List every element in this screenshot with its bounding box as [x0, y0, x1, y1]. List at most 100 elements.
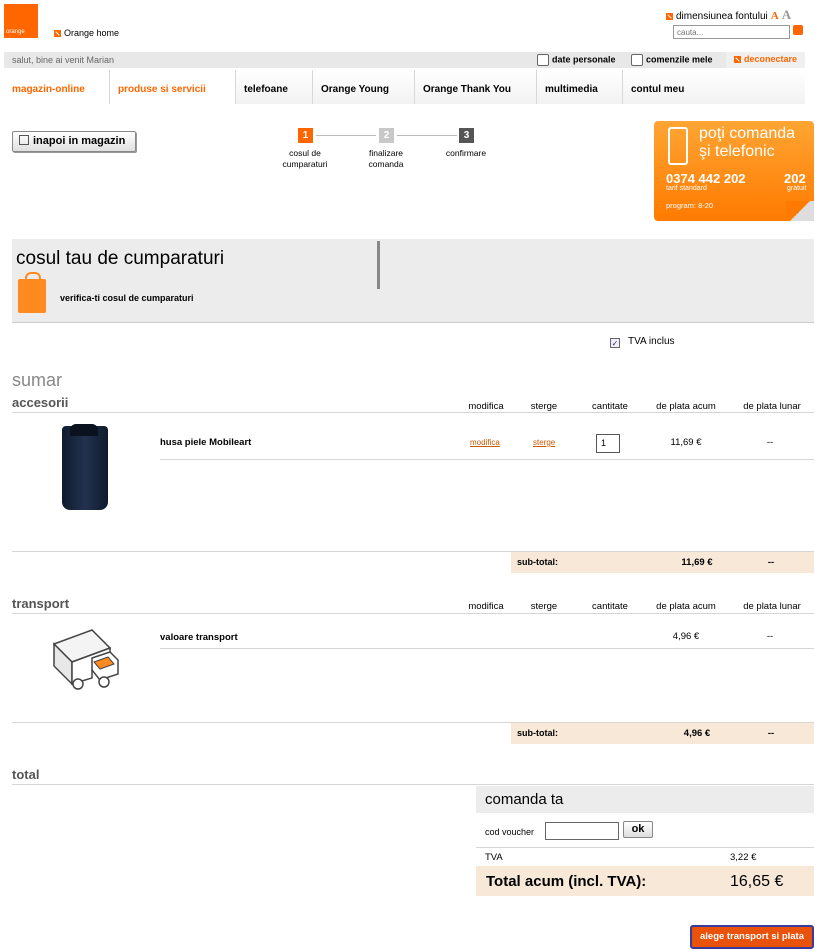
logout-link[interactable]: deconectare [726, 52, 805, 68]
font-larger-button[interactable]: A [782, 7, 791, 22]
item-pay-now: 11,69 € [670, 437, 702, 448]
item-pay-monthly: -- [766, 437, 774, 448]
logo-text: orange [6, 29, 25, 35]
tva-included-label: TVA inclus [628, 336, 675, 347]
user-icon [537, 54, 549, 66]
subtotal-pay-monthly: -- [767, 728, 775, 739]
col-pay-now: de plata acum [656, 401, 716, 412]
modify-link[interactable]: modifica [470, 438, 500, 447]
total-bar: Total acum (incl. TVA): 16,65 € [476, 866, 814, 896]
logout-label: deconectare [744, 54, 798, 64]
user-bar: salut, bine ai venit Marian date persona… [4, 52, 805, 68]
search-input[interactable] [673, 25, 790, 39]
step-1-label: cosul de cumparaturi [282, 148, 328, 169]
step-connector [397, 135, 457, 136]
divider [377, 241, 380, 289]
tab-telefoane[interactable]: telefoane [236, 70, 313, 104]
promo-rate-note: tarif standard [666, 185, 707, 192]
choose-transport-and-payment-button[interactable]: alege transport si plata [690, 925, 814, 949]
col-modify: modifica [468, 401, 504, 412]
promo-free-note: gratuit [787, 185, 807, 192]
my-orders-link[interactable]: comenzile mele [631, 54, 713, 66]
orange-home-label: Orange home [64, 28, 120, 38]
step-1-number: 1 [298, 128, 313, 143]
total-title: total [12, 767, 40, 782]
accessories-title: accesorii [12, 395, 69, 410]
font-size-label: dimensiunea fontului [676, 11, 768, 22]
arrow-icon [666, 12, 673, 20]
main-nav: magazin-online produse si servicii telef… [4, 70, 805, 104]
product-image-leather-case[interactable] [62, 424, 108, 510]
subtotal-pay-monthly: -- [767, 557, 775, 568]
welcome-text: salut, bine ai venit Marian [12, 55, 115, 65]
divider [160, 459, 814, 460]
tab-produse-si-servicii[interactable]: produse si servicii [110, 70, 236, 104]
promo-hours: program: 8-20 [666, 201, 714, 210]
col-pay-monthly: de plata lunar [743, 601, 801, 612]
order-summary-title: comanda ta [476, 786, 814, 813]
voucher-label: cod voucher [485, 827, 535, 837]
col-delete: sterge [530, 401, 558, 412]
tva-label: TVA [485, 852, 503, 863]
total-value: 16,65 € [730, 873, 784, 890]
phone-order-promo: poţi comanda şi telefonic 0374 442 202 t… [654, 121, 814, 221]
back-arrow-icon [19, 135, 29, 145]
divider [160, 648, 814, 649]
step-3-label: confirmare [445, 148, 487, 158]
back-to-shop-button[interactable]: inapoi in magazin [12, 131, 136, 152]
personal-data-link[interactable]: date personale [537, 54, 616, 66]
subtotal-label: sub-total: [517, 728, 558, 738]
col-quantity: cantitate [592, 601, 628, 612]
voucher-input[interactable] [545, 822, 619, 840]
delete-link[interactable]: sterge [533, 438, 555, 447]
transport-subtotal-bar: sub-total: 4,96 € -- [511, 723, 814, 744]
tab-orange-young[interactable]: Orange Young [313, 70, 415, 104]
product-name: valoare transport [160, 632, 238, 643]
tab-magazin-online[interactable]: magazin-online [4, 70, 110, 104]
step-2-number: 2 [379, 128, 394, 143]
page-curl [786, 201, 814, 221]
step-connector [316, 135, 376, 136]
arrow-icon [54, 30, 61, 38]
mobile-phone-icon [668, 127, 688, 165]
tva-value: 3,22 € [730, 852, 757, 863]
orders-icon [631, 54, 643, 66]
promo-title: poţi comanda şi telefonic [699, 125, 796, 160]
promo-phone-number: 0374 442 202 [666, 171, 746, 186]
col-modify: modifica [468, 601, 504, 612]
divider [12, 613, 814, 614]
tab-orange-thank-you[interactable]: Orange Thank You [415, 70, 537, 104]
item-pay-monthly: -- [766, 631, 774, 642]
quantity-input[interactable]: 1 [596, 434, 620, 453]
product-name[interactable]: husa piele Mobileart [160, 437, 251, 448]
orange-home-link[interactable]: Orange home [54, 28, 119, 38]
back-to-shop-label: inapoi in magazin [33, 135, 126, 147]
voucher-ok-button[interactable]: ok [623, 821, 653, 838]
col-pay-monthly: de plata lunar [743, 401, 801, 412]
subtotal-pay-now: 11,69 € [681, 557, 713, 568]
accessories-subtotal-bar: sub-total: 11,69 € -- [511, 552, 814, 573]
step-2-label: finalizare comanda [368, 148, 404, 169]
tva-included-checkbox[interactable]: ✓ [610, 338, 620, 348]
cart-banner: cosul tau de cumparaturi verifica-ti cos… [12, 239, 814, 323]
tab-multimedia[interactable]: multimedia [537, 70, 623, 104]
font-size-control: dimensiunea fontului A A [666, 7, 791, 23]
delivery-truck-icon [52, 629, 119, 690]
divider [12, 784, 814, 785]
shopping-bag-icon [18, 272, 46, 313]
transport-title: transport [12, 596, 70, 611]
step-3-number: 3 [459, 128, 474, 143]
font-smaller-button[interactable]: A [771, 10, 779, 22]
col-pay-now: de plata acum [656, 601, 716, 612]
orange-logo[interactable]: orange [4, 4, 38, 38]
promo-free-number: 202 [784, 171, 806, 186]
page-title: cosul tau de cumparaturi [16, 248, 225, 269]
tab-contul-meu[interactable]: contul meu [623, 70, 805, 104]
col-delete: sterge [530, 601, 558, 612]
total-label: Total acum (incl. TVA): [486, 873, 647, 890]
divider [476, 847, 814, 848]
cart-subtitle: verifica-ti cosul de cumparaturi [60, 293, 194, 303]
personal-data-label: date personale [552, 54, 616, 65]
search-go-icon[interactable] [793, 25, 803, 35]
summary-title: sumar [12, 370, 63, 390]
